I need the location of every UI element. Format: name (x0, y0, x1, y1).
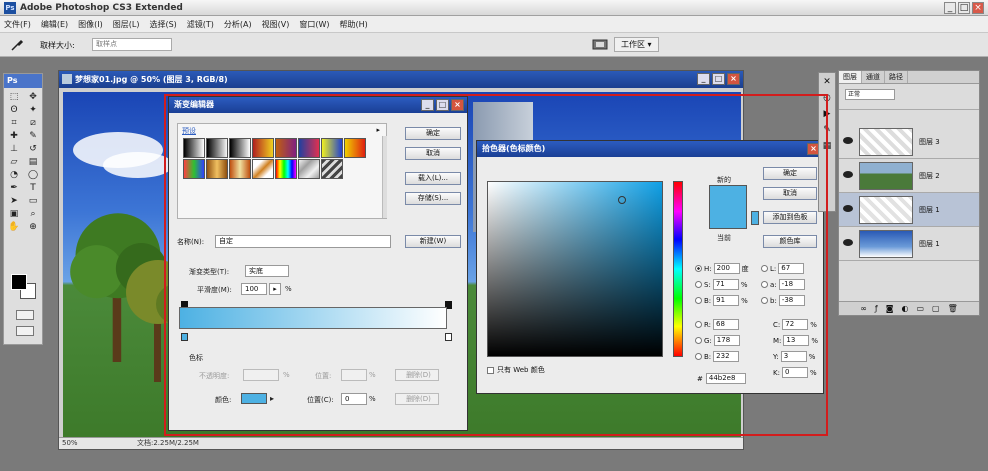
options-bar: 取样大小: 取样点 工作区 ▾ (0, 33, 988, 57)
layer-row[interactable]: 图层 1 (839, 227, 979, 261)
blur-tool-icon[interactable]: ◔ (5, 169, 23, 181)
minimize-button[interactable]: _ (944, 2, 956, 14)
document-icon (62, 74, 72, 84)
hand-tool-icon[interactable]: ✋ (5, 221, 23, 233)
shape-tool-icon[interactable]: ▭ (24, 195, 42, 207)
marquee-tool-icon[interactable]: ⬚ (5, 91, 23, 103)
tab-paths[interactable]: 路径 (885, 71, 908, 83)
toolbox: Ps ⬚ ✥ ʘ ✦ ⌗ ⧄ ✚ ✎ ⊥ ↺ ▱ ▤ ◔ ◯ ✒ T ➤ ▭ ▣… (3, 73, 43, 345)
workspace-menu[interactable]: 工作区 ▾ (614, 37, 659, 52)
new-group-icon[interactable]: ▭ (916, 302, 924, 315)
link-layers-icon[interactable]: ∞ (860, 302, 867, 315)
adjustment-layer-icon[interactable]: ◐ (902, 302, 909, 315)
menu-filter[interactable]: 滤镜(T) (187, 19, 214, 30)
visibility-eye-icon[interactable] (843, 171, 853, 178)
layer-thumbnail (859, 196, 913, 224)
sample-size-select[interactable]: 取样点 (92, 38, 172, 51)
slice-tool-icon[interactable]: ⧄ (24, 117, 42, 129)
app-title: Adobe Photoshop CS3 Extended (20, 2, 183, 13)
menu-image[interactable]: 图像(I) (78, 19, 103, 30)
window-controls: _ □ × (944, 2, 984, 14)
path-select-icon[interactable]: ➤ (5, 195, 23, 207)
visibility-eye-icon[interactable] (843, 137, 853, 144)
menu-help[interactable]: 帮助(H) (340, 19, 368, 30)
move-tool-icon[interactable]: ✥ (24, 91, 42, 103)
tool-grid: ⬚ ✥ ʘ ✦ ⌗ ⧄ ✚ ✎ ⊥ ↺ ▱ ▤ ◔ ◯ ✒ T ➤ ▭ ▣ ⌕ … (4, 88, 42, 236)
navigator-icon[interactable]: ✕ (823, 77, 831, 87)
screen-mode-button[interactable] (16, 326, 34, 336)
menu-window[interactable]: 窗口(W) (299, 19, 329, 30)
document-title-bar: 梦想家01.jpg @ 50% (图层 3, RGB/8) _ □ × (59, 71, 743, 88)
workspace-icon[interactable] (592, 38, 608, 51)
pen-tool-icon[interactable]: ✒ (5, 182, 23, 194)
layers-panel: 图层 通道 路径 正常 图层 3 图层 2 图层 1 图层 1 ∞ ƒ ◙ ◐ … (838, 70, 980, 316)
notes-tool-icon[interactable]: ▣ (5, 208, 23, 220)
brush-tool-icon[interactable]: ✎ (24, 130, 42, 142)
layers-options: 正常 (839, 84, 979, 110)
healing-brush-icon[interactable]: ✚ (5, 130, 23, 142)
eraser-tool-icon[interactable]: ▱ (5, 156, 23, 168)
document-title: 梦想家01.jpg @ 50% (图层 3, RGB/8) (75, 75, 228, 84)
menu-file[interactable]: 文件(F) (4, 19, 31, 30)
sample-size-label: 取样大小: (40, 41, 75, 50)
menu-analysis[interactable]: 分析(A) (224, 19, 252, 30)
document-status-bar: 50% 文档:2.25M/2.25M (59, 437, 743, 449)
visibility-eye-icon[interactable] (843, 205, 853, 212)
highlight-frame (164, 94, 828, 436)
quick-mask-button[interactable] (16, 310, 34, 320)
cloud-shape (103, 152, 173, 178)
menu-view[interactable]: 视图(V) (262, 19, 290, 30)
dodge-tool-icon[interactable]: ◯ (24, 169, 42, 181)
doc-minimize-button[interactable]: _ (697, 73, 710, 85)
stamp-tool-icon[interactable]: ⊥ (5, 143, 23, 155)
menu-edit[interactable]: 编辑(E) (41, 19, 68, 30)
document-size-info[interactable]: 文档:2.25M/2.25M (137, 438, 199, 449)
layers-panel-tabs: 图层 通道 路径 (839, 71, 979, 84)
tab-layers[interactable]: 图层 (839, 71, 862, 83)
close-button[interactable]: × (972, 2, 984, 14)
gradient-tool-icon[interactable]: ▤ (24, 156, 42, 168)
visibility-eye-icon[interactable] (843, 239, 853, 246)
layer-thumbnail (859, 230, 913, 258)
layer-name[interactable]: 图层 3 (919, 137, 940, 147)
layer-row[interactable]: 图层 1 (839, 193, 979, 227)
toolbox-header: Ps (4, 74, 42, 88)
layer-name[interactable]: 图层 1 (919, 205, 940, 215)
magic-wand-icon[interactable]: ✦ (24, 104, 42, 116)
layer-name[interactable]: 图层 1 (919, 239, 940, 249)
app-title-bar: Ps Adobe Photoshop CS3 Extended _ □ × (0, 0, 988, 16)
layer-style-icon[interactable]: ƒ (875, 302, 878, 315)
crop-tool-icon[interactable]: ⌗ (5, 117, 23, 129)
layer-thumbnail (859, 162, 913, 190)
layer-row[interactable]: 图层 3 (839, 125, 979, 159)
layer-name[interactable]: 图层 2 (919, 171, 940, 181)
type-tool-icon[interactable]: T (24, 182, 42, 194)
blend-mode-select[interactable]: 正常 (845, 89, 895, 100)
new-layer-icon[interactable]: ▢ (932, 302, 940, 315)
layers-panel-footer: ∞ ƒ ◙ ◐ ▭ ▢ 🗑 (839, 301, 979, 315)
photoshop-logo-icon: Ps (4, 1, 16, 14)
zoom-level[interactable]: 50% (62, 439, 78, 447)
foreground-color-swatch[interactable] (11, 274, 27, 290)
doc-maximize-button[interactable]: □ (712, 73, 725, 85)
layer-thumbnail (859, 128, 913, 156)
maximize-button[interactable]: □ (958, 2, 970, 14)
zoom-tool-icon[interactable]: ⊕ (24, 221, 42, 233)
layer-row[interactable]: 图层 2 (839, 159, 979, 193)
eyedropper-icon[interactable] (10, 38, 24, 52)
history-brush-icon[interactable]: ↺ (24, 143, 42, 155)
menu-bar: 文件(F) 编辑(E) 图像(I) 图层(L) 选择(S) 滤镜(T) 分析(A… (0, 16, 988, 33)
menu-select[interactable]: 选择(S) (149, 19, 176, 30)
lasso-tool-icon[interactable]: ʘ (5, 104, 23, 116)
doc-close-button[interactable]: × (727, 73, 740, 85)
layer-mask-icon[interactable]: ◙ (886, 302, 894, 315)
document-window-controls: _ □ × (697, 73, 740, 85)
delete-layer-icon[interactable]: 🗑 (948, 302, 958, 315)
menu-layer[interactable]: 图层(L) (113, 19, 140, 30)
eyedropper-tool-icon[interactable]: ⌕ (24, 208, 42, 220)
tab-channels[interactable]: 通道 (862, 71, 885, 83)
